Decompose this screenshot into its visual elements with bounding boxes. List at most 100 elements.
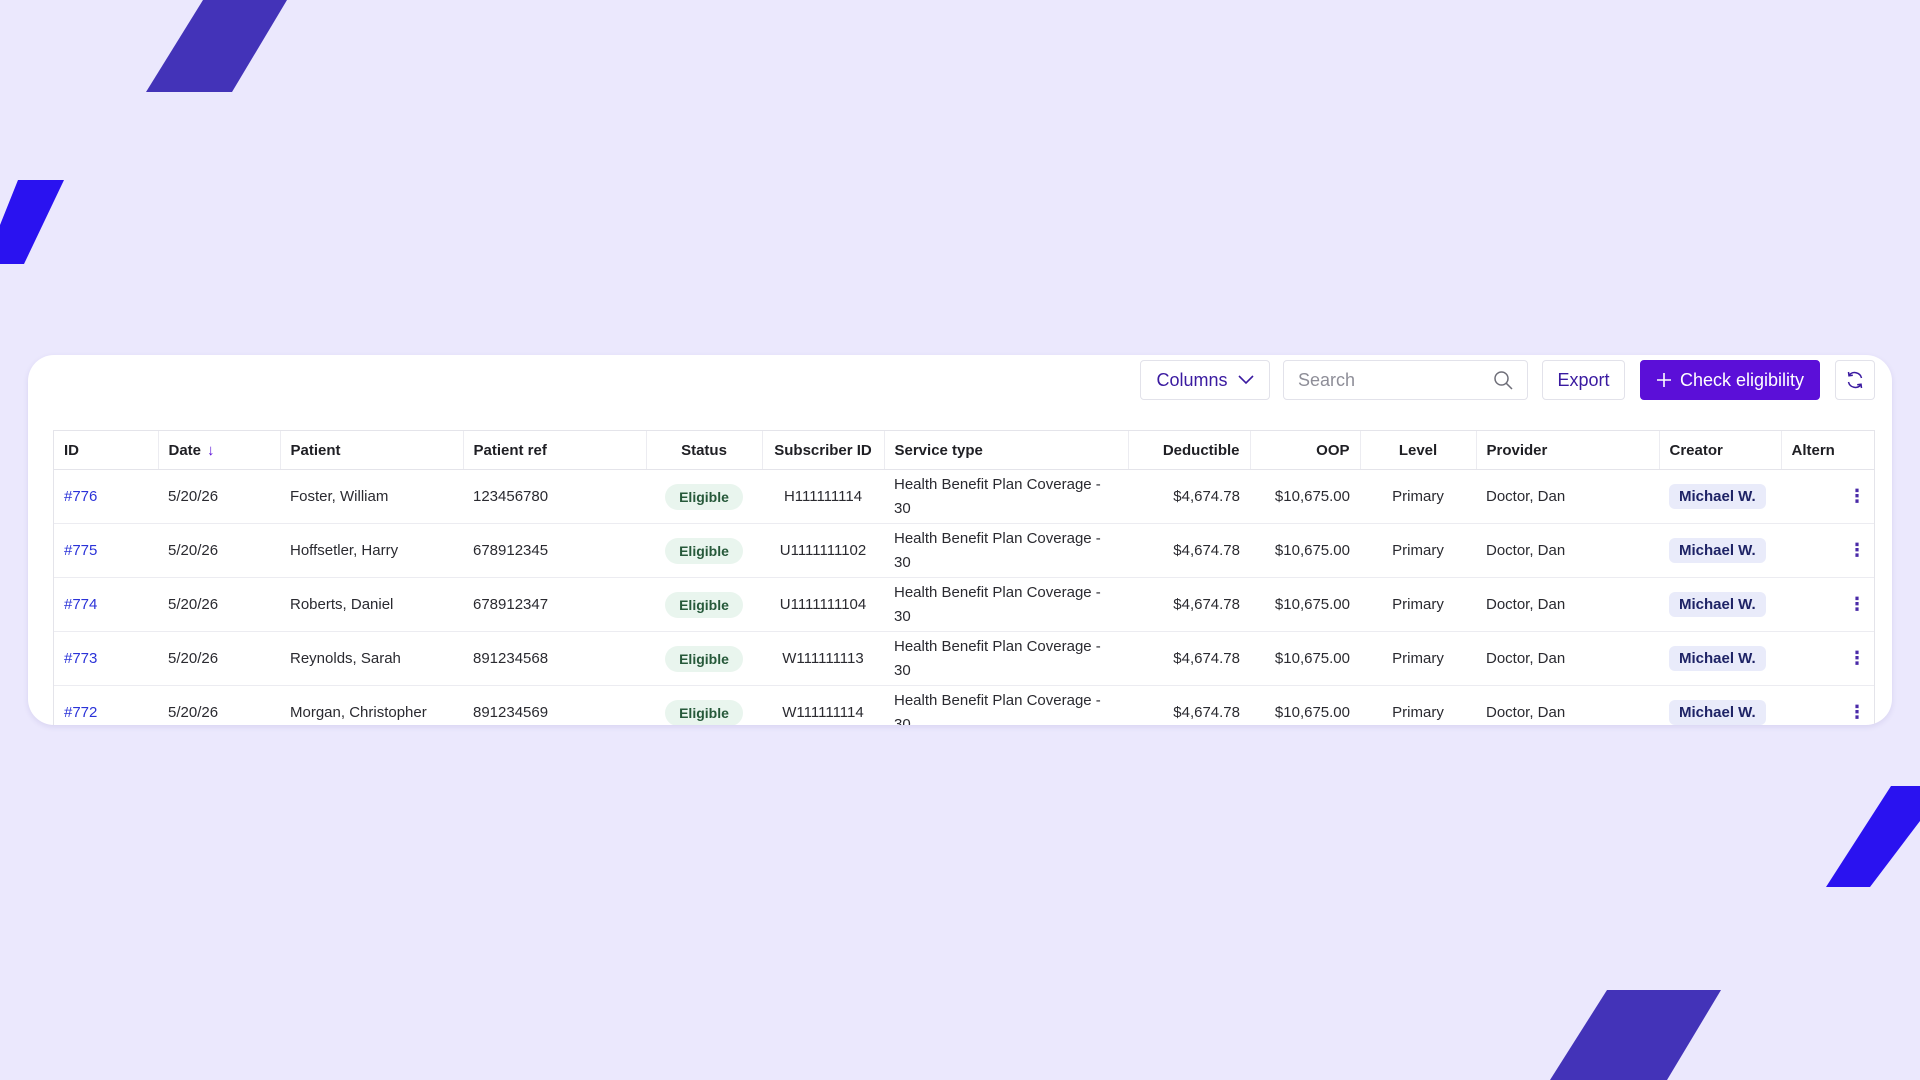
chevron-down-icon — [1237, 375, 1254, 385]
cell-oop: $10,675.00 — [1250, 685, 1360, 725]
sort-desc-icon: ↓ — [207, 441, 215, 459]
check-eligibility-button[interactable]: Check eligibility — [1640, 360, 1820, 400]
cell-service-type: Health Benefit Plan Coverage - 30 — [884, 577, 1128, 632]
decor-shape-bottom-right — [1550, 990, 1721, 1080]
search-placeholder: Search — [1298, 369, 1356, 390]
cell-creator: Michael W. — [1659, 577, 1781, 632]
cell-oop: $10,675.00 — [1250, 469, 1360, 524]
search-icon — [1494, 371, 1513, 390]
row-id-link[interactable]: #776 — [64, 488, 97, 505]
cell-actions: ⋮ — [1781, 523, 1874, 578]
col-header-date[interactable]: Date ↓ — [158, 431, 281, 470]
cell-date: 5/20/26 — [158, 685, 280, 725]
cell-status: Eligible — [646, 469, 762, 524]
row-id-link[interactable]: #774 — [64, 596, 97, 613]
row-id-link[interactable]: #773 — [64, 650, 97, 667]
cell-patient-ref: 891234568 — [463, 631, 646, 686]
table-row[interactable]: #775 5/20/26 Hoffsetler, Harry 678912345… — [54, 523, 1874, 578]
cell-id[interactable]: #774 — [54, 577, 158, 632]
creator-badge: Michael W. — [1669, 646, 1766, 671]
table-row[interactable]: #773 5/20/26 Reynolds, Sarah 891234568 E… — [54, 631, 1874, 686]
status-badge: Eligible — [665, 537, 743, 564]
refresh-icon — [1847, 371, 1863, 389]
col-header-id[interactable]: ID — [54, 431, 159, 470]
col-header-provider[interactable]: Provider — [1476, 431, 1660, 470]
cell-creator: Michael W. — [1659, 631, 1781, 686]
cell-deductible: $4,674.78 — [1128, 469, 1250, 524]
cell-creator: Michael W. — [1659, 685, 1781, 725]
more-options-icon[interactable]: ⋮ — [1848, 702, 1866, 722]
col-header-service-type[interactable]: Service type — [884, 431, 1129, 470]
cell-deductible: $4,674.78 — [1128, 523, 1250, 578]
table-header-row: ID Date ↓ Patient Patient ref Status Subs… — [54, 431, 1874, 470]
cell-id[interactable]: #775 — [54, 523, 158, 578]
creator-badge: Michael W. — [1669, 700, 1766, 725]
cell-subscriber-id: U1111111104 — [762, 577, 884, 632]
cell-actions: ⋮ — [1781, 469, 1874, 524]
row-id-link[interactable]: #772 — [64, 704, 97, 721]
col-header-deductible[interactable]: Deductible — [1128, 431, 1251, 470]
cell-service-type: Health Benefit Plan Coverage - 30 — [884, 469, 1128, 524]
export-button[interactable]: Export — [1542, 360, 1625, 400]
col-header-level[interactable]: Level — [1360, 431, 1477, 470]
creator-badge: Michael W. — [1669, 592, 1766, 617]
row-id-link[interactable]: #775 — [64, 542, 97, 559]
cell-deductible: $4,674.78 — [1128, 685, 1250, 725]
cell-creator: Michael W. — [1659, 523, 1781, 578]
search-input[interactable]: Search — [1283, 360, 1528, 400]
plus-icon — [1656, 373, 1671, 387]
cell-patient-ref: 678912347 — [463, 577, 646, 632]
more-options-icon[interactable]: ⋮ — [1848, 648, 1866, 668]
cell-deductible: $4,674.78 — [1128, 631, 1250, 686]
status-badge: Eligible — [665, 645, 743, 672]
cell-id[interactable]: #772 — [54, 685, 158, 725]
cell-oop: $10,675.00 — [1250, 577, 1360, 632]
more-options-icon[interactable]: ⋮ — [1848, 594, 1866, 614]
more-options-icon[interactable]: ⋮ — [1848, 540, 1866, 560]
export-label: Export — [1557, 369, 1610, 390]
columns-dropdown-button[interactable]: Columns — [1140, 360, 1270, 400]
cell-id[interactable]: #773 — [54, 631, 158, 686]
table-row[interactable]: #772 5/20/26 Morgan, Christopher 8912345… — [54, 685, 1874, 725]
cell-status: Eligible — [646, 577, 762, 632]
cell-actions: ⋮ — [1781, 577, 1874, 632]
cell-deductible: $4,674.78 — [1128, 577, 1250, 632]
cell-subscriber-id: W111111114 — [762, 685, 884, 725]
cell-level: Primary — [1360, 523, 1476, 578]
decor-shape-right — [1826, 786, 1920, 887]
cell-oop: $10,675.00 — [1250, 523, 1360, 578]
cell-patient-ref: 891234569 — [463, 685, 646, 725]
refresh-button[interactable] — [1835, 360, 1875, 400]
cell-oop: $10,675.00 — [1250, 631, 1360, 686]
cell-status: Eligible — [646, 523, 762, 578]
table-row[interactable]: #774 5/20/26 Roberts, Daniel 678912347 E… — [54, 577, 1874, 632]
cell-actions: ⋮ — [1781, 631, 1874, 686]
table-row[interactable]: #776 5/20/26 Foster, William 123456780 E… — [54, 469, 1874, 524]
col-header-patient[interactable]: Patient — [280, 431, 464, 470]
col-header-subscriber-id[interactable]: Subscriber ID — [762, 431, 885, 470]
col-header-creator[interactable]: Creator — [1659, 431, 1782, 470]
cell-id[interactable]: #776 — [54, 469, 158, 524]
cell-service-type: Health Benefit Plan Coverage - 30 — [884, 685, 1128, 725]
col-header-patient-ref[interactable]: Patient ref — [463, 431, 647, 470]
col-header-date-label: Date — [168, 441, 202, 459]
cell-patient-ref: 123456780 — [463, 469, 646, 524]
cell-subscriber-id: W111111113 — [762, 631, 884, 686]
creator-badge: Michael W. — [1669, 538, 1766, 563]
decor-shape-top-left — [146, 0, 287, 92]
cell-provider: Doctor, Dan — [1476, 577, 1659, 632]
cell-patient: Morgan, Christopher — [280, 685, 463, 725]
cell-provider: Doctor, Dan — [1476, 469, 1659, 524]
col-header-oop[interactable]: OOP — [1250, 431, 1361, 470]
cell-level: Primary — [1360, 685, 1476, 725]
col-header-status[interactable]: Status — [646, 431, 763, 470]
cell-patient: Reynolds, Sarah — [280, 631, 463, 686]
col-header-altern[interactable]: Altern — [1781, 431, 1874, 470]
cell-patient: Hoffsetler, Harry — [280, 523, 463, 578]
check-eligibility-label: Check eligibility — [1679, 369, 1805, 390]
more-options-icon[interactable]: ⋮ — [1848, 486, 1866, 506]
columns-label: Columns — [1156, 369, 1228, 390]
decor-shape-left — [0, 180, 64, 264]
cell-status: Eligible — [646, 685, 762, 725]
cell-patient-ref: 678912345 — [463, 523, 646, 578]
